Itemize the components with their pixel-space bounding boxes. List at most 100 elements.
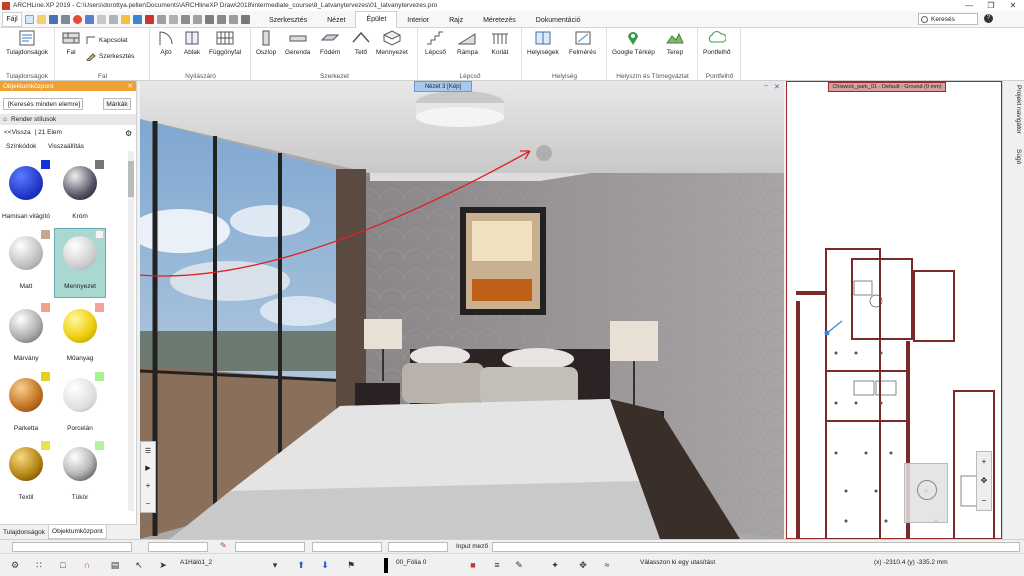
frame-icon[interactable]: □	[56, 558, 70, 572]
grid-icon[interactable]: ∷	[32, 558, 46, 572]
reset-link[interactable]: Visszaállítás	[48, 143, 84, 150]
ajto-button[interactable]: Ajtó	[157, 30, 175, 56]
search-input[interactable]: Keresés	[918, 13, 978, 25]
input-box-2[interactable]	[148, 542, 208, 552]
ablak-button[interactable]: Ablak	[183, 30, 201, 56]
snap-icon[interactable]: ✦	[548, 558, 562, 572]
tab-interior[interactable]: Interior	[397, 13, 439, 28]
hatch-icon[interactable]: ▤	[108, 558, 122, 572]
minimize-icon[interactable]: —	[958, 0, 980, 11]
marks-button[interactable]: Márkák	[103, 98, 131, 110]
paste-icon[interactable]	[109, 14, 118, 24]
tab-objektumkozpont[interactable]: Objektumközpont	[48, 525, 107, 539]
settings-icon[interactable]: ⚙	[8, 558, 22, 572]
paint-icon[interactable]: ⚑	[344, 558, 358, 572]
back-link[interactable]: <<Vissza	[4, 129, 31, 136]
material-krom[interactable]	[63, 166, 97, 200]
magnet-icon[interactable]: ∩	[80, 558, 94, 572]
help-icon[interactable]: ?	[984, 14, 993, 23]
open-folder-icon[interactable]	[37, 14, 46, 24]
material-tukor[interactable]	[63, 447, 97, 481]
move-icon[interactable]: ✥	[576, 558, 590, 572]
play-icon[interactable]: ▶	[145, 464, 150, 472]
floor-plan-view[interactable]: Chiswick_park_01 - Default - Ground (0 m…	[786, 81, 1002, 539]
material-porcelan[interactable]	[63, 378, 97, 412]
material-hamisan-vilagito[interactable]	[9, 166, 43, 200]
delete-icon[interactable]	[145, 14, 154, 24]
eraser-icon[interactable]: ■	[466, 558, 480, 572]
lepcso-button[interactable]: Lépcső	[425, 30, 446, 56]
tab-meretezes[interactable]: Méretezés	[473, 13, 526, 28]
side-tab-sugo[interactable]: Súgó	[1006, 149, 1022, 173]
node-icon[interactable]: ≈	[600, 558, 614, 572]
zoom-out-icon[interactable]: −	[146, 499, 151, 508]
3d-viewport[interactable]: Nézet 3 [Kép] − ✕ ☰ ▶ + −	[140, 81, 784, 539]
zoom-in-icon[interactable]: +	[146, 481, 151, 490]
view-navigation-widget[interactable]	[904, 463, 948, 523]
print-icon[interactable]	[61, 14, 70, 24]
line-icon[interactable]	[169, 14, 178, 24]
korlat-button[interactable]: Korlát	[491, 30, 509, 56]
new-file-icon[interactable]	[25, 14, 34, 24]
viewport-close-icon[interactable]: ✕	[774, 83, 780, 91]
terep-button[interactable]: Terep	[666, 30, 684, 56]
close-icon[interactable]: ✕	[1002, 0, 1024, 11]
redo-icon[interactable]	[85, 14, 94, 24]
panel-close-icon[interactable]: ✕	[128, 82, 133, 90]
file-menu-button[interactable]: Fájl	[2, 11, 22, 27]
gerenda-button[interactable]: Gerenda	[285, 30, 310, 56]
material-matt[interactable]	[9, 236, 43, 270]
zoom-out-icon[interactable]: −	[982, 496, 987, 505]
folia-selector[interactable]: 00_Fólia 0	[396, 559, 426, 566]
object-search-input[interactable]: [Keresés minden elemre]	[3, 98, 83, 110]
pontfelho-button[interactable]: Pontfelhő	[703, 30, 730, 56]
undo-icon[interactable]	[73, 14, 82, 24]
chevron-down-icon[interactable]	[241, 14, 250, 24]
tulajdonsagok-button[interactable]: Tulajdonságok	[6, 30, 48, 56]
tab-tulajdonsagok[interactable]: Tulajdonságok	[0, 525, 48, 539]
material-parketta[interactable]	[9, 378, 43, 412]
google-terkep-button[interactable]: Google Térkép	[612, 30, 655, 56]
add-point-icon[interactable]	[229, 14, 238, 24]
helyisegek-button[interactable]: Helyiségek	[527, 30, 559, 56]
side-tab-projekt-navigator[interactable]: Projekt navigátor	[1006, 85, 1022, 145]
hamburger-icon[interactable]: ☰	[145, 447, 151, 455]
linestyle-icon[interactable]: ≡	[490, 558, 504, 572]
zoom-in-icon[interactable]: +	[982, 457, 987, 466]
material-marvany[interactable]	[9, 309, 43, 343]
tab-szerkesztes[interactable]: Szerkesztés	[259, 13, 317, 28]
felmeres-button[interactable]: Felmérés	[569, 30, 596, 56]
teto-button[interactable]: Tető	[352, 30, 370, 56]
select-arrow-icon[interactable]: ↖	[132, 558, 146, 572]
oszlop-button[interactable]: Oszlop	[256, 30, 276, 56]
tab-rajz[interactable]: Rajz	[439, 13, 473, 28]
rampa-button[interactable]: Rámpa	[457, 30, 478, 56]
split-icon[interactable]	[205, 14, 214, 24]
layer-selector[interactable]: A1Háló1_2	[180, 559, 212, 566]
input-box-1[interactable]	[12, 542, 132, 552]
kapcsolat-button[interactable]: Kapcsolat	[86, 36, 128, 45]
home-icon[interactable]: ⌂	[3, 116, 7, 123]
dimension-icon[interactable]	[193, 14, 202, 24]
pen-width-icon[interactable]: ✎	[512, 558, 526, 572]
wall-tool-icon[interactable]	[181, 14, 190, 24]
join-icon[interactable]	[217, 14, 226, 24]
pen-icon[interactable]: ✎	[220, 541, 227, 550]
tab-dokumentacio[interactable]: Dokumentáció	[526, 13, 591, 28]
input-box-3[interactable]	[235, 542, 305, 552]
cut-icon[interactable]	[157, 14, 166, 24]
viewport-minimize-icon[interactable]: −	[764, 83, 768, 90]
gear-icon[interactable]: ⚙	[125, 129, 132, 138]
szerkesztes-button[interactable]: Szerkesztés	[86, 52, 134, 61]
fuggonyfal-button[interactable]: Függönyfal	[209, 30, 241, 56]
restore-icon[interactable]: ❐	[980, 0, 1002, 11]
input-box-5[interactable]	[388, 542, 448, 552]
arrow-up-icon[interactable]: ⬆	[294, 558, 308, 572]
arrow-down-icon[interactable]: ⬇	[318, 558, 332, 572]
command-input[interactable]	[492, 542, 1020, 552]
brush-icon[interactable]	[121, 14, 130, 24]
mennyezet-button[interactable]: Mennyezet	[376, 30, 408, 56]
save-icon[interactable]	[49, 14, 58, 24]
fodem-button[interactable]: Födém	[320, 30, 340, 56]
material-muanyag[interactable]	[63, 309, 97, 343]
